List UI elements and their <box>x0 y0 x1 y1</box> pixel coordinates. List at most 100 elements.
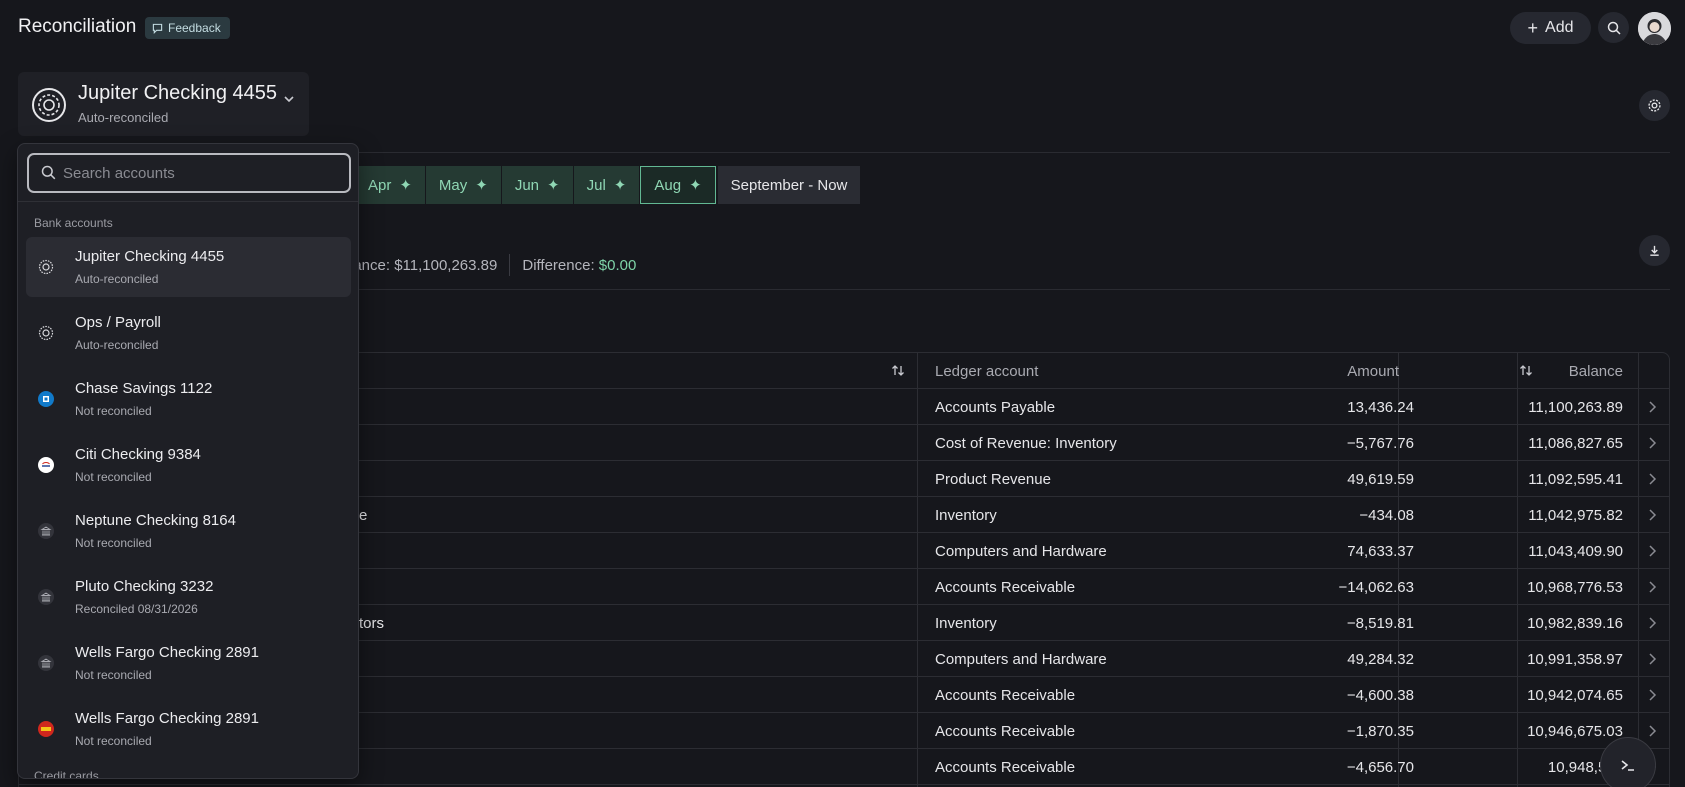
month-tab-jul[interactable]: Jul ✦ <box>573 166 640 204</box>
sort-icon[interactable] <box>1519 353 1533 389</box>
ledger-account-cell[interactable]: Accounts Receivable <box>935 677 1075 713</box>
balance-cell: 10,982,839.16 <box>1527 614 1623 632</box>
account-option-name: Wells Fargo Checking 2891 <box>75 644 259 661</box>
chevron-right-icon[interactable] <box>1646 677 1658 713</box>
account-option[interactable]: Chase Savings 1122 Not reconciled <box>26 369 351 429</box>
chevron-right-icon[interactable] <box>1646 641 1658 677</box>
difference-label: Difference: <box>522 256 595 274</box>
description-cell: e <box>359 506 368 524</box>
search-icon <box>41 165 56 180</box>
sparkle-icon: ✦ <box>613 177 627 194</box>
gear-icon <box>1648 99 1661 112</box>
month-label: May <box>438 176 468 194</box>
chevron-right-icon[interactable] <box>1646 461 1658 497</box>
account-option-status: Not reconciled <box>75 536 152 550</box>
month-tab-aug[interactable]: Aug ✦ <box>640 166 716 204</box>
chevron-right-icon[interactable] <box>1646 425 1658 461</box>
search-input[interactable] <box>63 163 333 183</box>
ledger-account-cell[interactable]: Inventory <box>935 497 997 533</box>
amount-cell: 49,619.59 <box>1347 470 1414 488</box>
page-title: Reconciliation <box>18 16 137 37</box>
ledger-account-cell[interactable]: Computers and Hardware <box>935 533 1107 569</box>
ledger-account-cell[interactable]: Inventory <box>935 605 997 641</box>
bank-icon <box>38 655 54 671</box>
account-option[interactable]: Neptune Checking 8164 Not reconciled <box>26 501 351 561</box>
account-option-name: Chase Savings 1122 <box>75 380 213 397</box>
month-label: Jun <box>514 176 540 194</box>
search-field[interactable] <box>27 153 351 193</box>
month-label: Aug <box>654 176 682 194</box>
account-option-name: Wells Fargo Checking 2891 <box>75 710 259 727</box>
account-dropdown: Bank accounts Jupiter Checking 4455 Auto-… <box>17 143 359 779</box>
feedback-button[interactable]: Feedback <box>145 17 230 39</box>
month-label: Apr <box>368 176 392 194</box>
credit-cards-label: Credit cards <box>34 769 99 779</box>
selected-account-status: Auto-reconciled <box>78 110 169 125</box>
chevron-right-icon[interactable] <box>1646 605 1658 641</box>
amount-header[interactable]: Amount <box>1347 353 1399 389</box>
ledger-account-cell[interactable]: Accounts Payable <box>935 389 1055 425</box>
sort-icon[interactable] <box>891 353 905 389</box>
message-icon <box>152 23 163 34</box>
ledger-account-header: Ledger account <box>935 362 1039 380</box>
account-option[interactable]: Ops / Payroll Auto-reconciled <box>26 303 351 363</box>
chevron-right-icon[interactable] <box>1646 389 1658 425</box>
account-option[interactable]: Wells Fargo Checking 2891 Not reconciled <box>26 633 351 693</box>
amount-cell: −8,519.81 <box>1346 614 1414 632</box>
chevron-right-icon[interactable] <box>1646 569 1658 605</box>
feedback-label: Feedback <box>168 21 221 35</box>
account-option-name: Neptune Checking 8164 <box>75 512 236 529</box>
account-option-status: Reconciled 08/31/2026 <box>75 602 198 616</box>
dropdown-divider <box>18 201 358 202</box>
account-option-status: Not reconciled <box>75 668 152 682</box>
account-option[interactable]: Wells Fargo Checking 2891 Not reconciled <box>26 699 351 759</box>
description-cell: tors <box>359 614 385 632</box>
avatar[interactable] <box>1638 12 1671 45</box>
download-button[interactable] <box>1639 235 1670 266</box>
amount-cell: −14,062.63 <box>1338 578 1415 596</box>
user-photo-icon <box>1638 12 1671 45</box>
sparkle-icon: ✦ <box>547 177 560 194</box>
difference-value: $0.00 <box>598 256 637 274</box>
ledger-account-cell[interactable]: Product Revenue <box>935 461 1051 497</box>
balance-cell: 10,942,074.65 <box>1527 686 1623 704</box>
search-button[interactable] <box>1598 12 1629 43</box>
account-selector[interactable]: Jupiter Checking 4455 Auto-reconciled <box>18 72 309 136</box>
ledger-account-cell[interactable]: Cost of Revenue: Inventory <box>935 425 1117 461</box>
download-icon <box>1650 245 1659 256</box>
account-option-status: Auto-reconciled <box>75 338 159 352</box>
amount-cell: −1,870.35 <box>1346 722 1414 740</box>
account-option[interactable]: Pluto Checking 3232 Reconciled 08/31/2026 <box>26 567 351 627</box>
month-tab-apr[interactable]: Apr ✦ <box>355 166 425 204</box>
search-icon <box>1607 21 1621 35</box>
chevron-right-icon[interactable] <box>1646 533 1658 569</box>
wells-fargo-logo-icon <box>38 721 54 737</box>
amount-cell: −434.08 <box>1359 506 1414 524</box>
month-tab-jun[interactable]: Jun ✦ <box>501 166 573 204</box>
amount-cell: −5,767.76 <box>1346 434 1414 452</box>
amount-cell: 13,436.24 <box>1347 398 1414 416</box>
add-label: Add <box>1545 19 1574 36</box>
balance-cell: 11,086,827.65 <box>1528 434 1623 452</box>
month-tab-september-now[interactable]: September - Now <box>717 166 861 204</box>
section-divider <box>350 152 1670 153</box>
settings-button[interactable] <box>1639 90 1670 121</box>
ledger-account-cell[interactable]: Computers and Hardware <box>935 641 1107 677</box>
month-tab-may[interactable]: May ✦ <box>425 166 501 204</box>
account-option[interactable]: Citi Checking 9384 Not reconciled <box>26 435 351 495</box>
amount-cell: 74,633.37 <box>1347 542 1414 560</box>
sparkle-icon: ✦ <box>399 177 412 194</box>
terminal-icon <box>1621 760 1634 771</box>
chevron-right-icon[interactable] <box>1646 713 1658 749</box>
chevron-right-icon[interactable] <box>1646 497 1658 533</box>
ledger-account-cell[interactable]: Accounts Receivable <box>935 569 1075 605</box>
ledger-account-cell[interactable]: Accounts Receivable <box>935 713 1075 749</box>
add-button[interactable]: + Add <box>1510 12 1591 44</box>
balance-cell: 10,991,358.97 <box>1527 650 1623 668</box>
ledger-account-cell[interactable]: Accounts Receivable <box>935 749 1075 785</box>
account-option[interactable]: Jupiter Checking 4455 Auto-reconciled <box>26 237 351 297</box>
jupiter-logo-icon <box>38 325 54 341</box>
account-option-name: Citi Checking 9384 <box>75 446 201 463</box>
terminal-button[interactable] <box>1600 737 1656 787</box>
balance-cell: 11,092,595.41 <box>1528 470 1623 488</box>
